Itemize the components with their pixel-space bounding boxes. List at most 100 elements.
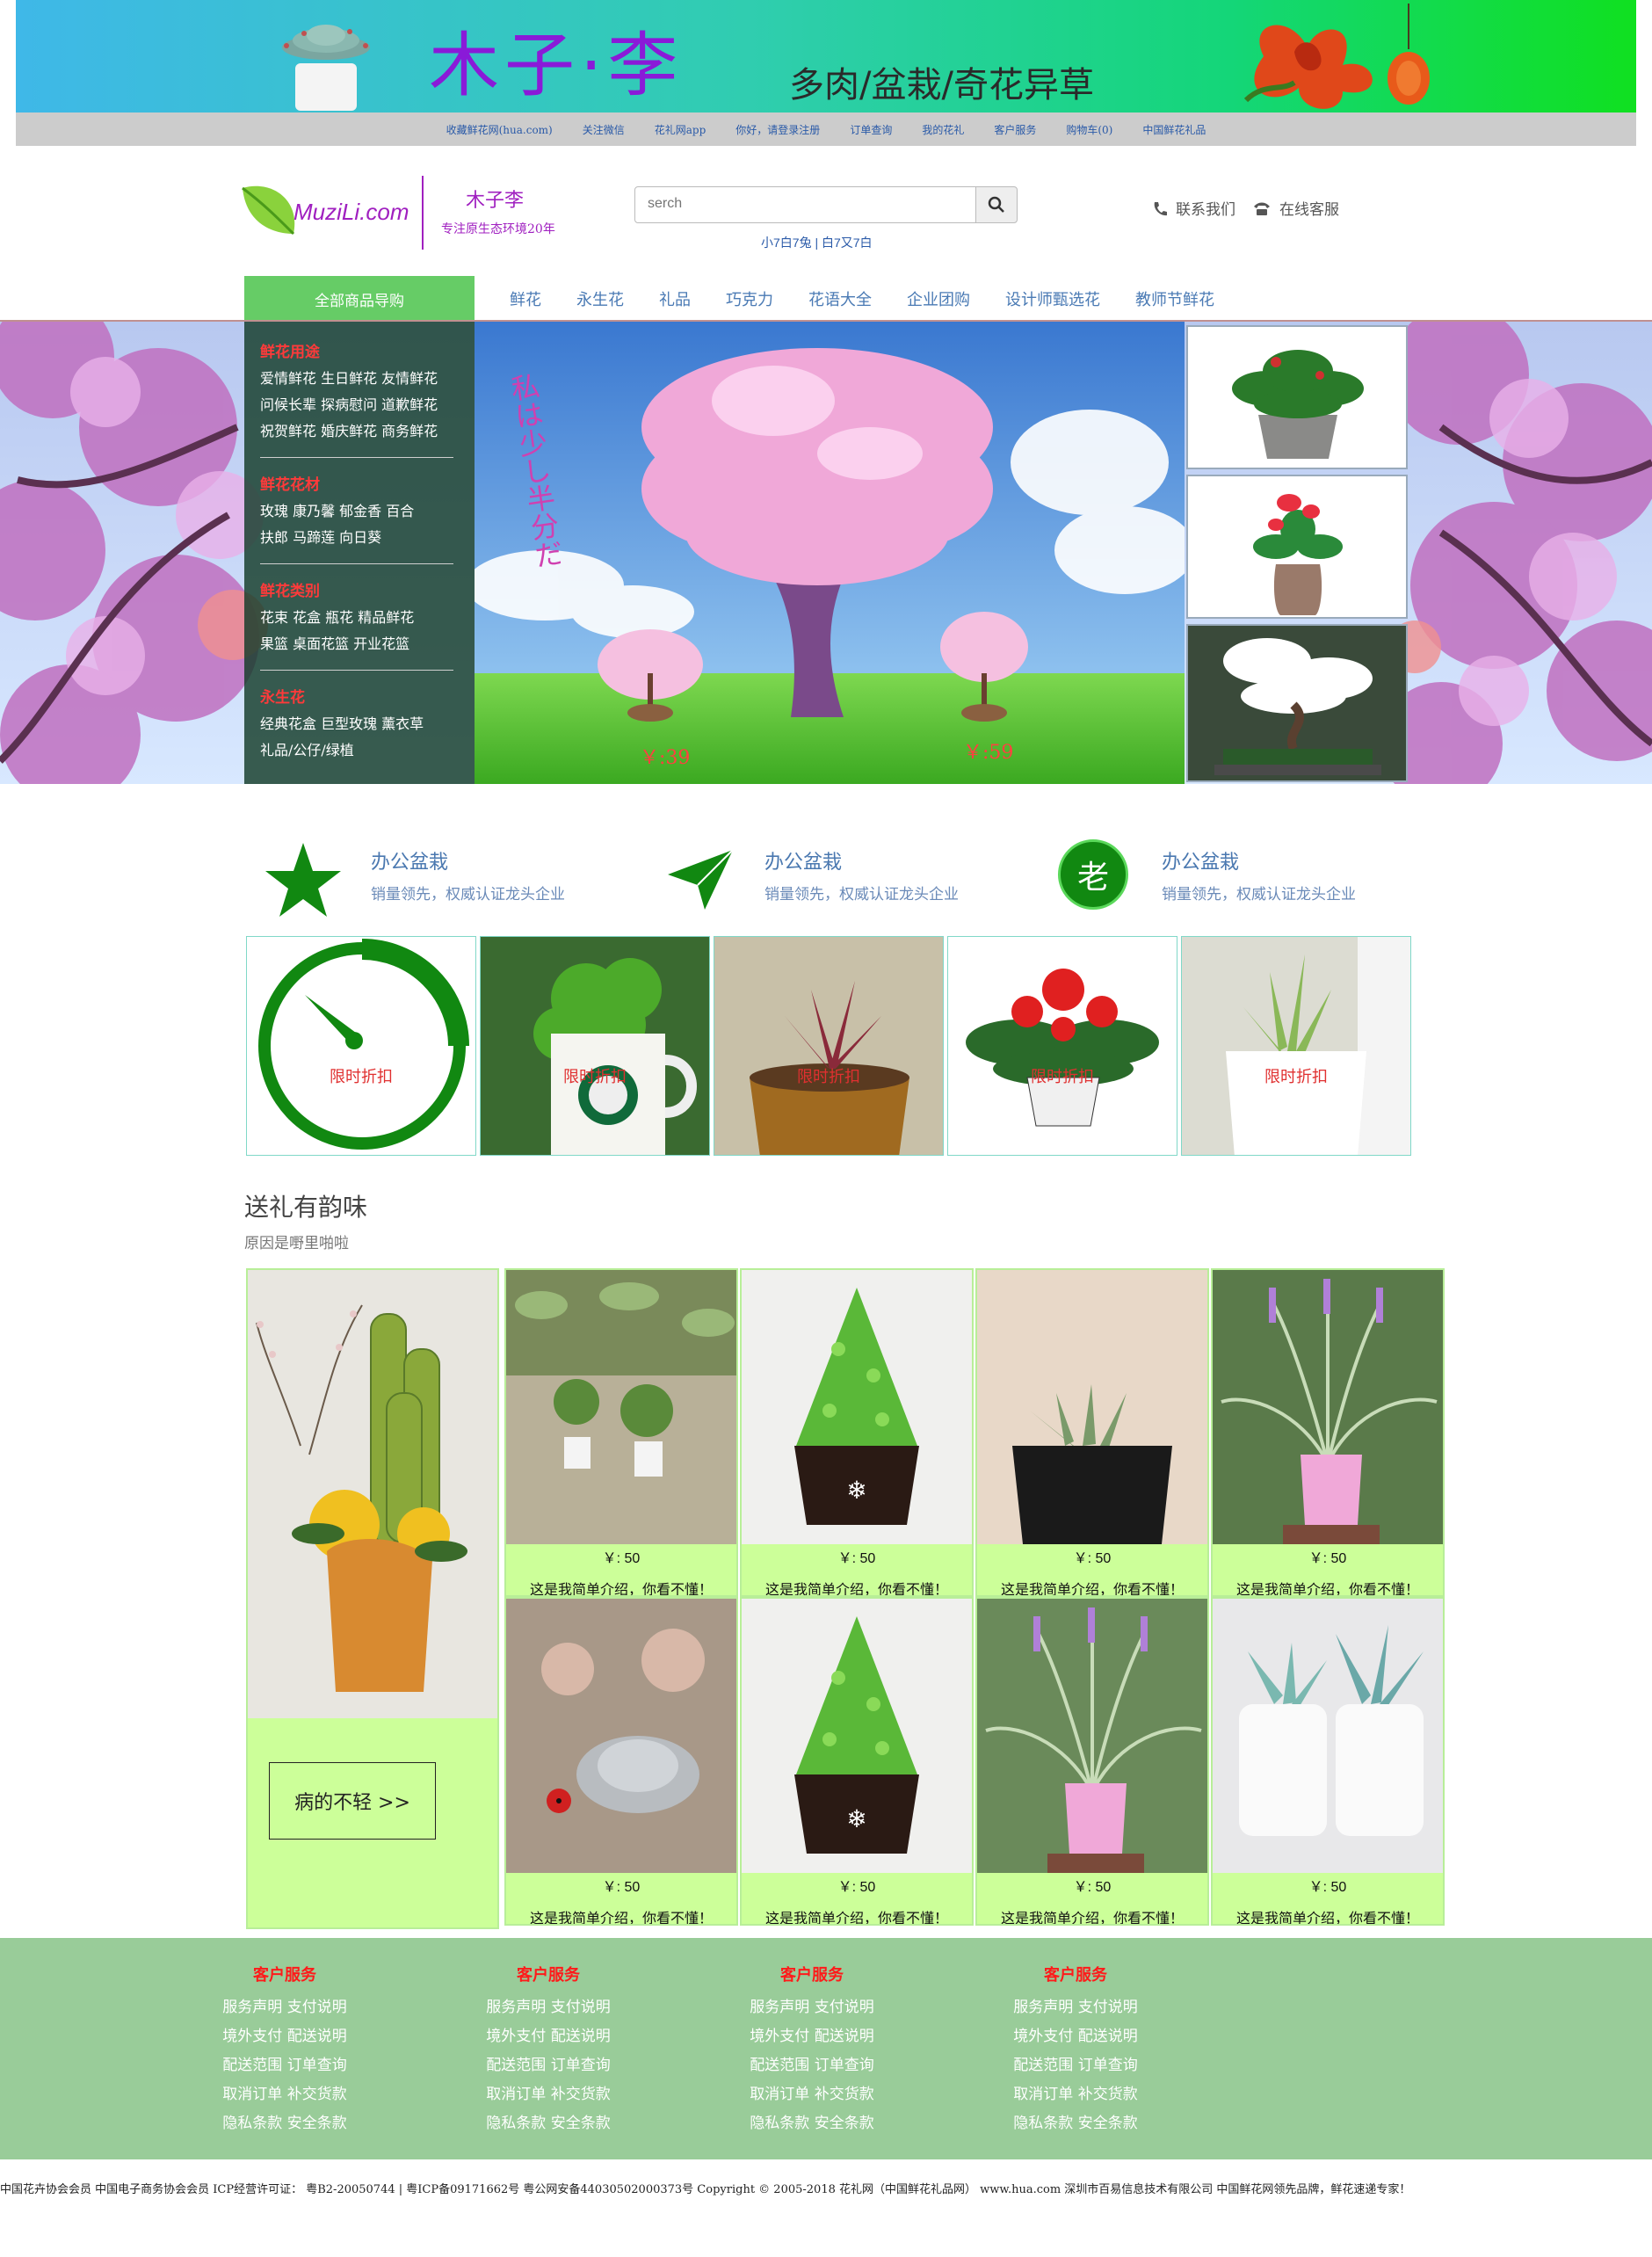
sidebar-divider	[260, 670, 453, 671]
product-card[interactable]: ￥: 50 这是我简单介绍，你看不懂！	[1211, 1597, 1445, 1926]
nav-item-designer[interactable]: 设计师甄选花	[1005, 287, 1100, 310]
search-icon	[988, 196, 1004, 213]
product-card[interactable]: ￥: 50 这是我简单介绍，你看不懂！	[975, 1597, 1209, 1926]
footer-link[interactable]: 取消订单 补交货款	[460, 2080, 636, 2109]
sidebar-heading-categories[interactable]: 鲜花类别	[260, 578, 459, 605]
all-categories-button[interactable]: 全部商品导购	[244, 276, 475, 322]
brand-name: 木子李	[466, 190, 525, 212]
footer-link[interactable]: 服务声明 支付说明	[460, 1993, 636, 2022]
gift-more-button[interactable]: 病的不轻 >>	[269, 1762, 436, 1840]
nav-item-preserved[interactable]: 永生花	[576, 287, 624, 310]
green-tree-cupcake-image: ❄	[742, 1270, 972, 1544]
footer-link[interactable]: 隐私条款 安全条款	[197, 2109, 373, 2138]
product-card[interactable]: ￥: 50 这是我简单介绍，你看不懂！	[504, 1268, 738, 1597]
footer-link[interactable]: 隐私条款 安全条款	[460, 2109, 636, 2138]
tile-label: 限时折扣	[563, 1068, 627, 1086]
top-link-wechat[interactable]: 关注微信	[583, 122, 625, 137]
top-link-service[interactable]: 客户服务	[994, 122, 1036, 137]
sidebar-line[interactable]: 礼品/公仔/绿植	[260, 737, 459, 764]
succulents-white-pots-image	[1213, 1599, 1443, 1873]
footer-link[interactable]: 服务声明 支付说明	[197, 1993, 373, 2022]
promo-tile[interactable]: 限时折扣	[246, 936, 476, 1156]
nav-item-gifts[interactable]: 礼品	[659, 287, 691, 310]
sidebar-line[interactable]: 扶郎 马蹄莲 向日葵	[260, 525, 459, 551]
nav-item-corporate[interactable]: 企业团购	[907, 287, 970, 310]
red-succulent-image	[714, 937, 943, 1155]
product-price: ￥: 50	[837, 1551, 876, 1566]
nav-item-flowers[interactable]: 鲜花	[510, 287, 541, 310]
nav-item-flower-language[interactable]: 花语大全	[808, 287, 872, 310]
footer-link[interactable]: 服务声明 支付说明	[988, 1993, 1163, 2022]
product-price: ￥: 50	[837, 1880, 876, 1895]
promo-tile[interactable]: 限时折扣	[480, 936, 710, 1156]
nav-item-teachers-day[interactable]: 教师节鲜花	[1135, 287, 1214, 310]
footer-link[interactable]: 境外支付 配送说明	[724, 2022, 900, 2051]
search-input-box[interactable]	[634, 186, 977, 223]
footer-link[interactable]: 配送范围 订单查询	[197, 2051, 373, 2080]
top-link-gifts-site[interactable]: 中国鲜花礼品	[1142, 122, 1206, 137]
sidebar-heading-materials[interactable]: 鲜花花材	[260, 472, 459, 498]
sidebar-line[interactable]: 祝贺鲜花 婚庆鲜花 商务鲜花	[260, 418, 459, 445]
footer-link[interactable]: 隐私条款 安全条款	[988, 2109, 1163, 2138]
footer-link[interactable]: 境外支付 配送说明	[197, 2022, 373, 2051]
promo-tile[interactable]: 限时折扣	[714, 936, 944, 1156]
sidebar-heading-usage[interactable]: 鲜花用途	[260, 339, 459, 366]
top-link-login[interactable]: 你好，请登录注册	[735, 122, 820, 137]
sidebar-heading-preserved[interactable]: 永生花	[260, 685, 459, 711]
search-hint[interactable]: 小7白7兔 | 白7又7白	[761, 234, 873, 251]
hero-slide[interactable]: 私は少し半分だ ￥:39 ￥:59	[475, 322, 1185, 784]
search-button[interactable]	[975, 186, 1018, 223]
product-card[interactable]: ❄ ￥: 50 这是我简单介绍，你看不懂！	[740, 1597, 974, 1926]
sidebar-line[interactable]: 经典花盒 巨型玫瑰 薰衣草	[260, 711, 459, 737]
product-card[interactable]: ￥: 50 这是我简单介绍，你看不懂！	[504, 1597, 738, 1926]
product-desc: 这是我简单介绍，你看不懂！	[529, 1910, 713, 1926]
promo-tile[interactable]: 限时折扣	[1181, 936, 1411, 1156]
promo-tile[interactable]: 限时折扣	[947, 936, 1177, 1156]
nav-item-chocolate[interactable]: 巧克力	[726, 287, 773, 310]
footer-link[interactable]: 配送范围 订单查询	[724, 2051, 900, 2080]
online-service-link[interactable]: 在线客服	[1279, 197, 1339, 219]
top-link-cart[interactable]: 购物车(0)	[1066, 122, 1112, 137]
top-link-favorite[interactable]: 收藏鲜花网(hua.com)	[446, 122, 553, 137]
gift-feature-panel: 病的不轻 >>	[246, 1268, 499, 1929]
product-price: ￥: 50	[1308, 1880, 1347, 1895]
product-card[interactable]: ￥: 50 这是我简单介绍，你看不懂！	[1211, 1268, 1445, 1597]
tile-label: 限时折扣	[797, 1068, 860, 1086]
footer-link[interactable]: 境外支付 配送说明	[988, 2022, 1163, 2051]
footer-link[interactable]: 配送范围 订单查询	[460, 2051, 636, 2080]
sidebar-line[interactable]: 花束 花盒 瓶花 精品鲜花	[260, 605, 459, 631]
red-anthurium-pot-image	[1253, 494, 1343, 615]
product-card[interactable]: ❄ ￥: 50 这是我简单介绍，你看不懂！	[740, 1268, 974, 1597]
top-link-orders[interactable]: 订单查询	[850, 122, 892, 137]
footer-link[interactable]: 取消订单 补交货款	[724, 2080, 900, 2109]
hero-thumb-3[interactable]	[1186, 624, 1408, 782]
search-input[interactable]	[635, 187, 960, 221]
footer: 客户服务 服务声明 支付说明 境外支付 配送说明 配送范围 订单查询 取消订单 …	[0, 1938, 1652, 2159]
top-link-my-gifts[interactable]: 我的花礼	[922, 122, 964, 137]
logo-divider	[422, 176, 424, 250]
hero-thumb-1[interactable]	[1186, 325, 1408, 469]
sidebar-line[interactable]: 爱情鲜花 生日鲜花 友情鲜花	[260, 366, 459, 392]
sidebar-line[interactable]: 果篮 桌面花篮 开业花篮	[260, 631, 459, 657]
product-card[interactable]: ￥: 50 这是我简单介绍，你看不懂！	[975, 1268, 1209, 1597]
sidebar-line[interactable]: 玫瑰 康乃馨 郁金香 百合	[260, 498, 459, 525]
footer-link[interactable]: 取消订单 补交货款	[197, 2080, 373, 2109]
footer-link[interactable]: 境外支付 配送说明	[460, 2022, 636, 2051]
sidebar-line[interactable]: 问候长辈 探病慰问 道歉鲜花	[260, 392, 459, 418]
footer-link[interactable]: 取消订单 补交货款	[988, 2080, 1163, 2109]
product-desc: 这是我简单介绍，你看不懂！	[764, 1910, 948, 1926]
footer-link[interactable]: 隐私条款 安全条款	[724, 2109, 900, 2138]
top-link-app[interactable]: 花礼网app	[655, 122, 706, 137]
hero-thumb-2[interactable]	[1186, 475, 1408, 619]
footer-heading: 客户服务	[517, 1966, 580, 1985]
feature-desc: 销量领先，权威认证龙头企业	[764, 886, 959, 904]
hero-section: 鲜花用途 爱情鲜花 生日鲜花 友情鲜花 问候长辈 探病慰问 道歉鲜花 祝贺鲜花 …	[0, 320, 1652, 784]
footer-link[interactable]: 配送范围 订单查询	[988, 2051, 1163, 2080]
contact-link[interactable]: 联系我们	[1176, 197, 1235, 219]
footer-link[interactable]: 服务声明 支付说明	[724, 1993, 900, 2022]
site-logo[interactable]: MuziLi.com	[237, 172, 422, 251]
red-gerbera-image	[966, 969, 1159, 1127]
tile-label: 限时折扣	[1031, 1068, 1094, 1086]
feature-title: 办公盆栽	[371, 852, 449, 874]
gift-section-subtitle: 原因是嘢里啪啦	[244, 1235, 349, 1252]
